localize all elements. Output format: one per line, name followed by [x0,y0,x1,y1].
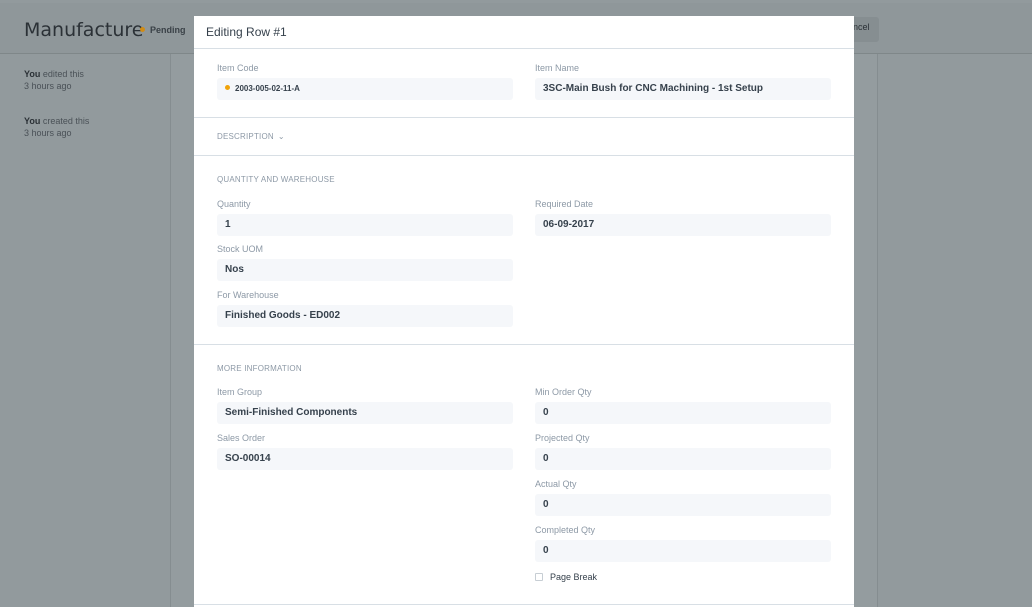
projected-qty-label: Projected Qty [535,433,590,443]
required-date-label: Required Date [535,199,594,209]
status-dot-icon [140,27,145,33]
item-code-label: Item Code [217,63,259,73]
required-date-field[interactable]: 06-09-2017 [535,214,831,236]
actual-qty-label: Actual Qty [535,479,577,489]
dialog-title: Editing Row #1 [194,16,854,49]
projected-qty-field[interactable]: 0 [535,448,831,470]
sales-order-label: Sales Order [217,433,266,443]
more-information-section: MORE INFORMATION Item Group Semi-Finishe… [194,345,854,605]
completed-qty-field[interactable]: 0 [535,540,831,562]
quantity-label: Quantity [217,199,251,209]
stock-uom-field[interactable]: Nos [217,259,513,281]
timeline-time: 3 hours ago [24,128,72,138]
timeline-action: created this [40,116,90,126]
stock-uom-label: Stock UOM [217,244,264,254]
for-warehouse-label: For Warehouse [217,290,279,300]
page-break-label: Page Break [550,572,598,582]
timeline-action: edited this [40,69,84,79]
status-indicator: Pending [140,25,186,35]
timeline-user[interactable]: You [24,69,40,79]
item-code-field[interactable]: 2003-005-02-11-A [217,78,513,100]
chevron-down-icon: ⌄ [277,132,285,141]
description-toggle[interactable]: DESCRIPTION ⌄ [217,132,285,141]
item-group-label: Item Group [217,387,263,397]
timeline-user[interactable]: You [24,116,40,126]
item-name-label: Item Name [535,63,580,73]
min-order-qty-label: Min Order Qty [535,387,592,397]
page-break-checkbox[interactable] [535,573,543,581]
section-title: QUANTITY AND WAREHOUSE [217,175,335,184]
status-text: Pending [150,25,186,35]
description-section[interactable]: DESCRIPTION ⌄ [194,118,854,156]
page-title: Manufacture [24,19,144,41]
for-warehouse-field[interactable]: Finished Goods - ED002 [217,305,513,327]
quantity-field[interactable]: 1 [217,214,513,236]
item-section: Item Code 2003-005-02-11-A Item Name 3SC… [194,49,854,118]
item-name-field[interactable]: 3SC-Main Bush for CNC Machining - 1st Se… [535,78,831,100]
status-dot-icon [225,85,230,91]
timeline-time: 3 hours ago [24,81,72,91]
edit-row-dialog: Editing Row #1 Item Code 2003-005-02-11-… [194,16,854,607]
timeline-item: You created this 3 hours ago [24,115,89,139]
timeline-item: You edited this 3 hours ago [24,68,84,92]
quantity-warehouse-section: QUANTITY AND WAREHOUSE Quantity 1 Requir… [194,156,854,345]
min-order-qty-field[interactable]: 0 [535,402,831,424]
item-group-field[interactable]: Semi-Finished Components [217,402,513,424]
actual-qty-field[interactable]: 0 [535,494,831,516]
completed-qty-label: Completed Qty [535,525,596,535]
sales-order-field[interactable]: SO-00014 [217,448,513,470]
description-label: DESCRIPTION [217,132,274,141]
item-code-value: 2003-005-02-11-A [235,84,300,93]
section-title: MORE INFORMATION [217,364,302,373]
